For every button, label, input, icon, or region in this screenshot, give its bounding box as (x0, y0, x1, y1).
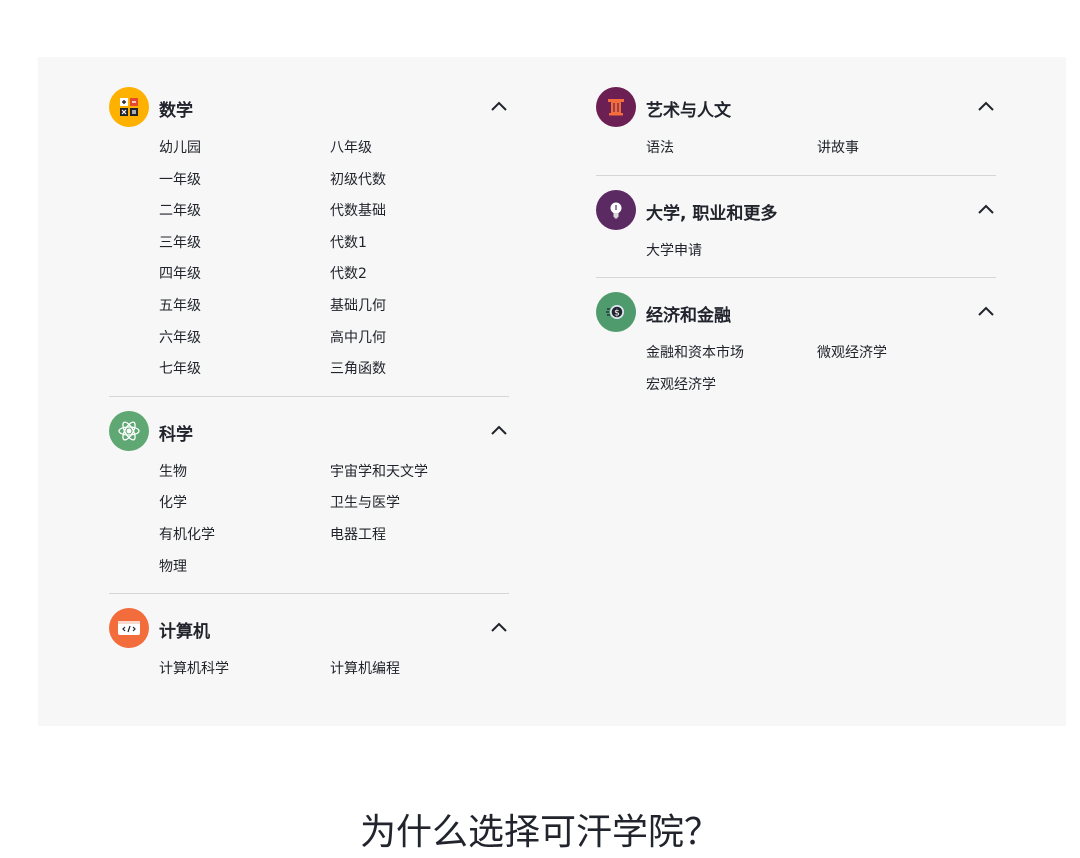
subject-links: 幼儿园 八年级 一年级 初级代数 二年级 代数基础 三年级 代数1 四年级 代数2 五年级 基础几何六… (159, 133, 509, 386)
subjects-panel: 数学幼儿园 八年级 一年级 初级代数 二年级 代数基础 三年级 代数1 四年级 代数2 五年级 基础几… (38, 57, 1066, 726)
subject-header[interactable]: 数学 (109, 87, 509, 127)
subject-links: 大学申请 (646, 236, 996, 268)
course-link[interactable]: 电器工程 (330, 520, 501, 552)
course-link[interactable]: 有机化学 (159, 520, 330, 552)
course-link[interactable]: 计算机科学 (159, 654, 330, 686)
course-link[interactable]: 大学申请 (646, 236, 817, 268)
section-divider (596, 277, 996, 279)
course-link[interactable]: 化学 (159, 488, 330, 520)
course-link[interactable]: 微观经济学 (817, 338, 988, 370)
course-link[interactable]: 七年级 (159, 354, 330, 386)
course-link[interactable]: 基础几何 (330, 291, 501, 323)
subject-header[interactable]: 科学 (109, 410, 509, 451)
subject-section: 数学幼儿园 八年级 一年级 初级代数 二年级 代数基础 三年级 代数1 四年级 代数2 五年级 基础几… (109, 87, 509, 397)
chevron-up-icon[interactable] (976, 200, 996, 220)
subject-links: 语法 讲故事 (646, 133, 996, 165)
subject-title: 大学, 职业和更多 (646, 203, 778, 224)
subject-section: 计算机计算机科学 计算机编程 (109, 608, 509, 686)
column-icon (596, 87, 636, 127)
subject-header[interactable]: 艺术与人文 (596, 87, 996, 127)
subjects-column-left: 数学幼儿园 八年级 一年级 初级代数 二年级 代数基础 三年级 代数1 四年级 代数2 五年级 基础几… (109, 57, 509, 686)
code-icon (109, 608, 149, 649)
course-link[interactable]: 生物 (159, 457, 330, 489)
course-link[interactable]: 五年级 (159, 291, 330, 323)
course-link[interactable]: 初级代数 (330, 165, 501, 197)
chevron-up-icon[interactable] (489, 97, 509, 117)
subject-section: 大学, 职业和更多大学申请 (596, 189, 996, 279)
chevron-up-icon[interactable] (489, 618, 509, 638)
course-link[interactable]: 计算机编程 (330, 654, 501, 686)
svg-text:$: $ (614, 309, 620, 319)
subject-title: 艺术与人文 (646, 101, 731, 121)
subject-section: 科学生物 宇宙学和天文学 化学 卫生与医学 有机化学 电器工程 物理 (109, 410, 509, 595)
course-link[interactable]: 卫生与医学 (330, 488, 501, 520)
subject-section: $ 经济和金融金融和资本市场 微观经济学 宏观经济学 (596, 292, 996, 401)
subject-title: 科学 (159, 424, 193, 445)
lightbulb-icon (596, 189, 636, 230)
course-link[interactable]: 宏观经济学 (646, 370, 817, 402)
coin-icon: $ (596, 292, 636, 333)
course-link[interactable]: 三角函数 (330, 354, 501, 386)
course-link[interactable]: 幼儿园 (159, 133, 330, 165)
course-link[interactable]: 物理 (159, 552, 330, 584)
subject-links: 金融和资本市场 微观经济学 宏观经济学 (646, 338, 996, 401)
course-link[interactable]: 四年级 (159, 259, 330, 291)
section-divider (109, 593, 509, 595)
subject-title: 计算机 (159, 622, 210, 643)
subject-header[interactable]: $ 经济和金融 (596, 292, 996, 333)
calculator-icon (109, 87, 149, 127)
subject-title: 经济和金融 (646, 306, 731, 327)
section-divider (109, 395, 509, 397)
subjects-column-right: 艺术与人文语法 讲故事大学, 职业和更多大学申请 $ 经济和金融金融和资本市场 微观经济… (596, 57, 996, 401)
chevron-up-icon[interactable] (976, 302, 996, 322)
course-link[interactable]: 二年级 (159, 196, 330, 228)
subject-links: 计算机科学 计算机编程 (159, 654, 509, 686)
course-link[interactable]: 一年级 (159, 165, 330, 197)
subject-header[interactable]: 计算机 (109, 608, 509, 649)
subject-section: 艺术与人文语法 讲故事 (596, 87, 996, 176)
course-link[interactable]: 语法 (646, 133, 817, 165)
course-link[interactable]: 代数2 (330, 259, 501, 291)
course-link[interactable]: 讲故事 (817, 133, 988, 165)
course-link[interactable]: 金融和资本市场 (646, 338, 817, 370)
subject-title: 数学 (159, 101, 193, 121)
course-link[interactable]: 代数基础 (330, 196, 501, 228)
course-link[interactable]: 代数1 (330, 228, 501, 260)
atom-icon (109, 410, 149, 451)
chevron-up-icon[interactable] (976, 97, 996, 117)
course-link[interactable]: 三年级 (159, 228, 330, 260)
course-link[interactable]: 宇宙学和天文学 (330, 457, 501, 489)
subject-links: 生物 宇宙学和天文学 化学 卫生与医学 有机化学 电器工程 物理 (159, 457, 509, 583)
course-link[interactable]: 六年级 (159, 323, 330, 355)
subject-header[interactable]: 大学, 职业和更多 (596, 189, 996, 230)
section-divider (596, 174, 996, 176)
course-link[interactable]: 高中几何 (330, 323, 501, 355)
chevron-up-icon[interactable] (489, 421, 509, 441)
course-link[interactable]: 八年级 (330, 133, 501, 165)
